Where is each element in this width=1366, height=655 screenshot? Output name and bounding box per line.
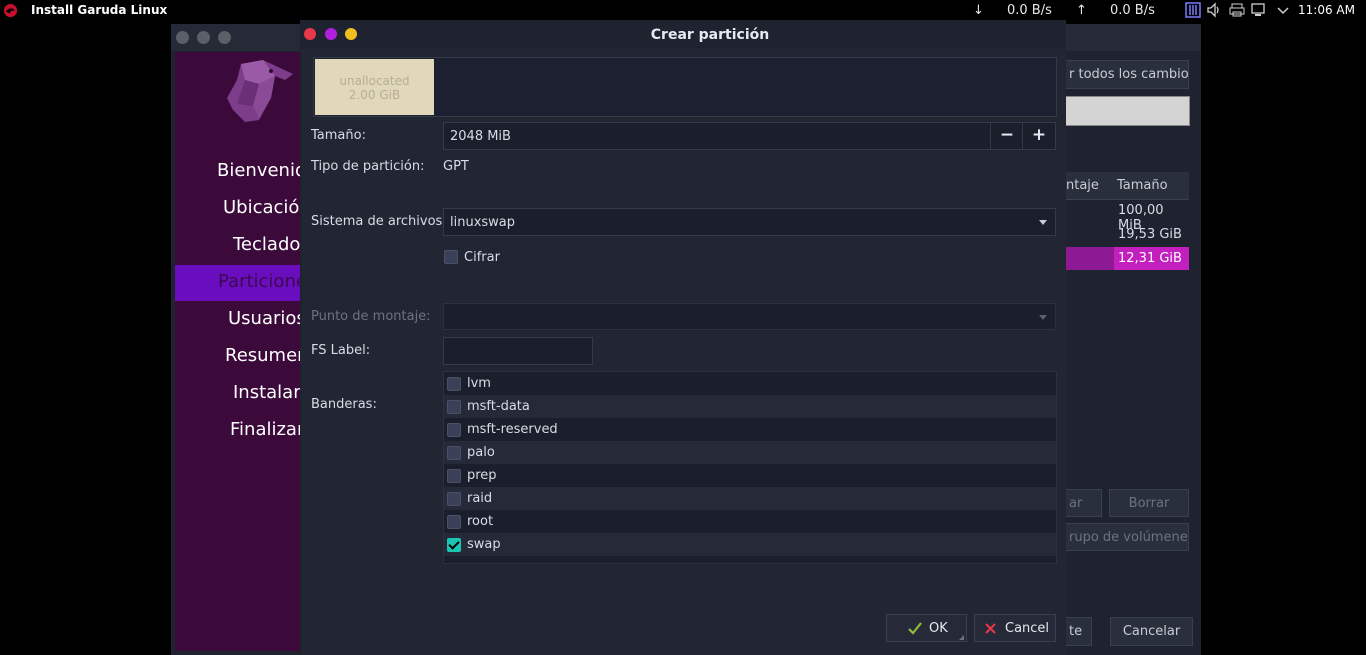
cancel-x-icon — [985, 623, 996, 634]
partition-type-label: Tipo de partición: — [311, 159, 425, 174]
sidebar-item-ubicacion: Ubicación — [223, 197, 302, 218]
flag-label: msft-reserved — [467, 422, 558, 437]
filesystem-label: Sistema de archivos: — [311, 214, 447, 229]
list-item[interactable]: raid — [444, 487, 1056, 510]
flag-raid-checkbox[interactable] — [447, 492, 461, 506]
flags-label: Banderas: — [311, 397, 377, 412]
table-row[interactable]: 19,53 GiB — [1050, 223, 1189, 247]
list-item[interactable]: msft-data — [444, 395, 1056, 418]
mount-column-header: ntaje — [1066, 178, 1099, 193]
encrypt-label: Cifrar — [464, 250, 500, 265]
unallocated-size: 2.00 GiB — [348, 88, 401, 102]
size-column-header: Tamaño — [1117, 178, 1168, 193]
sidebar-item-usuarios: Usuarios — [228, 308, 302, 329]
encrypt-checkbox[interactable] — [444, 250, 458, 264]
flag-prep-checkbox[interactable] — [447, 469, 461, 483]
close-button[interactable] — [176, 31, 189, 44]
volume-icon[interactable] — [1206, 2, 1222, 18]
filesystem-value: linuxswap — [450, 215, 516, 230]
flag-palo-checkbox[interactable] — [447, 446, 461, 460]
partition-table-header: ntaje Tamaño — [1050, 172, 1189, 200]
flag-root-checkbox[interactable] — [447, 515, 461, 529]
dialog-title: Crear partición — [650, 27, 770, 43]
sidebar-item-particiones: Particiones — [175, 265, 302, 301]
size-decrease-button[interactable]: − — [990, 123, 1023, 149]
list-item[interactable]: swap — [444, 533, 1056, 556]
maximize-button[interactable] — [218, 31, 231, 44]
flag-label: msft-data — [467, 399, 530, 414]
flag-label: root — [467, 514, 494, 529]
upload-rate: 0.0 B/s — [1110, 3, 1155, 18]
partition-preview-bar: unallocated 2.00 GiB — [313, 57, 1057, 117]
size-label: Tamaño: — [311, 128, 366, 143]
installer-sidebar: Bienvenido Ubicación Teclado Particiones… — [175, 52, 302, 651]
flag-label: prep — [467, 468, 497, 483]
sidebar-item-finalizar: Finalizar — [230, 419, 302, 440]
unallocated-label: unallocated — [339, 74, 410, 88]
cancel-button[interactable]: Cancel — [974, 614, 1056, 642]
list-item[interactable]: msft-reserved — [444, 418, 1056, 441]
sidebar-item-instalar: Instalar — [233, 382, 301, 403]
dialog-titlebar[interactable]: Crear partición — [300, 20, 1066, 49]
printer-icon[interactable] — [1229, 2, 1245, 18]
network-icon[interactable] — [1251, 2, 1267, 18]
garuda-eagle-icon — [227, 60, 293, 122]
list-item[interactable]: lvm — [444, 372, 1056, 395]
table-row[interactable]: 100,00 MiB — [1050, 199, 1189, 233]
mount-point-label: Punto de montaje: — [311, 309, 431, 324]
flags-list: lvm msft-data msft-reserved palo prep ra… — [443, 371, 1057, 564]
size-increase-button[interactable]: + — [1022, 123, 1055, 149]
ok-label: OK — [929, 621, 948, 636]
minimize-button[interactable] — [197, 31, 210, 44]
fs-label-input[interactable] — [443, 337, 593, 365]
installer-cancel-button[interactable]: Cancelar — [1110, 617, 1193, 646]
flag-lvm-checkbox[interactable] — [447, 377, 461, 391]
list-item[interactable]: root — [444, 510, 1056, 533]
mount-point-combobox[interactable] — [443, 303, 1056, 330]
disk-usage-bar — [1050, 96, 1190, 126]
flag-msft-reserved-checkbox[interactable] — [447, 423, 461, 437]
chevron-down-icon[interactable] — [1275, 2, 1291, 18]
partition-type-value: GPT — [443, 159, 469, 174]
upload-arrow-icon: ↑ — [1076, 3, 1087, 18]
volume-group-button[interactable]: rupo de volúmenes — [1050, 523, 1189, 551]
ok-button[interactable]: OK — [886, 614, 967, 642]
garuda-logo-icon[interactable] — [3, 3, 18, 18]
flag-label: lvm — [467, 376, 491, 391]
filesystem-combobox[interactable]: linuxswap — [443, 208, 1056, 236]
ok-check-icon — [908, 622, 922, 635]
sidebar-item-teclado: Teclado — [233, 234, 301, 255]
flag-label: palo — [467, 445, 495, 460]
list-item[interactable]: prep — [444, 464, 1056, 487]
revert-all-changes-button[interactable]: r todos los cambios — [1050, 60, 1189, 89]
size-value: 2048 MiB — [450, 129, 511, 144]
list-item[interactable]: palo — [444, 441, 1056, 464]
sidebar-item-resumen: Resumen — [225, 345, 302, 366]
delete-button[interactable]: Borrar — [1109, 489, 1189, 517]
dropdown-arrow-icon — [1039, 315, 1047, 320]
cpu-monitor-icon[interactable] — [1185, 2, 1201, 18]
resize-grip-icon — [959, 635, 964, 640]
download-rate: 0.0 B/s — [1007, 3, 1052, 18]
unallocated-segment: unallocated 2.00 GiB — [315, 59, 434, 115]
flag-msft-data-checkbox[interactable] — [447, 400, 461, 414]
download-arrow-icon: ↓ — [973, 3, 984, 18]
flag-label: raid — [467, 491, 493, 506]
flag-swap-checkbox[interactable] — [447, 538, 461, 552]
clock[interactable]: 11:06 AM — [1298, 3, 1355, 17]
sidebar-item-bienvenido: Bienvenido — [217, 160, 302, 181]
active-app-title: Install Garuda Linux — [31, 3, 168, 17]
cancel-label: Cancel — [1005, 621, 1050, 636]
top-panel: Install Garuda Linux ↓ 0.0 B/s ↑ 0.0 B/s… — [0, 0, 1366, 21]
table-row-selected[interactable]: 12,31 GiB — [1050, 247, 1189, 270]
size-spinbox[interactable]: 2048 MiB − + — [443, 122, 1056, 150]
flag-label: swap — [467, 537, 501, 552]
dropdown-arrow-icon — [1039, 220, 1047, 225]
fs-label-label: FS Label: — [311, 343, 371, 358]
